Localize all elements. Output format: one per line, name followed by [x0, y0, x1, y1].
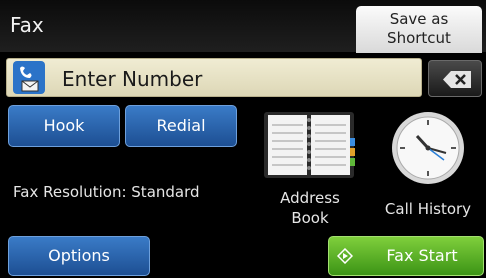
address-book-icon [264, 112, 355, 178]
address-book-label-line1: Address [280, 189, 340, 207]
fax-number-input[interactable]: Enter Number [6, 58, 422, 97]
call-history-button[interactable]: Call History [372, 106, 484, 218]
fax-start-label: Fax Start [386, 246, 458, 265]
options-button[interactable]: Options [8, 236, 150, 276]
address-book-label-line2: Book [291, 209, 329, 227]
redial-button[interactable]: Redial [125, 105, 237, 147]
fax-start-button[interactable]: Fax Start [328, 236, 484, 276]
call-history-label: Call History [384, 200, 472, 218]
backspace-icon [443, 71, 471, 88]
save-as-shortcut-button[interactable]: Save as Shortcut [356, 6, 482, 53]
screen-title: Fax [10, 13, 44, 37]
fax-phone-icon [13, 61, 45, 94]
number-placeholder: Enter Number [62, 67, 203, 91]
save-shortcut-label-line1: Save as [389, 10, 449, 28]
hook-button[interactable]: Hook [8, 105, 120, 147]
address-book-label: Address Book [258, 188, 362, 228]
address-book-button[interactable]: Address Book [258, 108, 362, 230]
fax-resolution-setting[interactable]: Fax Resolution: Standard [13, 183, 200, 201]
save-shortcut-label-line2: Shortcut [387, 29, 451, 47]
backspace-button[interactable] [428, 60, 482, 97]
clock-icon [392, 112, 464, 184]
